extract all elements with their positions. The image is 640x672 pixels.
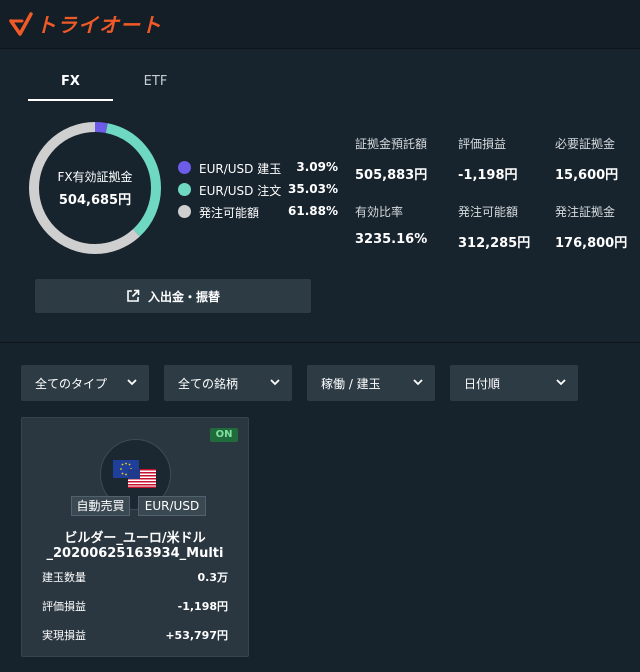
- legend-dot: [178, 161, 191, 174]
- external-link-icon: [127, 289, 140, 302]
- us-flag-icon: [128, 469, 156, 488]
- strategy-type-tag: 自動売買: [71, 496, 130, 516]
- stat-orderable-amount: 発注可能額 312,285円: [458, 203, 530, 251]
- chevron-down-icon: [127, 379, 137, 386]
- donut-value: 504,685円: [58, 193, 132, 208]
- donut-legend: EUR/USD 建玉 3.09% EUR/USD 注文 35.03% 発注可能額…: [178, 159, 338, 225]
- stat-value: 176,800円: [555, 236, 628, 251]
- stat-deposit: 証拠金預託額 505,883円: [355, 135, 427, 183]
- stat-label: 評価損益: [458, 137, 507, 151]
- stat-effective-ratio: 有効比率 3235.16%: [355, 203, 427, 247]
- stat-label: 証拠金預託額: [355, 137, 428, 151]
- row-key: 実現損益: [42, 629, 86, 642]
- chevron-down-icon: [556, 379, 566, 386]
- legend-item-order: EUR/USD 注文 35.03%: [178, 181, 338, 203]
- legend-percent: 3.09%: [296, 160, 338, 174]
- legend-label: 発注可能額: [199, 206, 260, 220]
- chevron-down-icon: [270, 379, 280, 386]
- row-value: 0.3万: [197, 571, 229, 584]
- status-badge: ON: [210, 428, 238, 442]
- logo-text: トライオート: [36, 13, 162, 37]
- legend-item-position: EUR/USD 建玉 3.09%: [178, 159, 338, 181]
- chevron-down-icon: [413, 379, 423, 386]
- deposit-withdraw-label: 入出金・振替: [147, 289, 220, 304]
- legend-dot: [178, 183, 191, 196]
- donut-label: FX有効証拠金: [57, 170, 133, 184]
- tab-fx[interactable]: FX: [28, 74, 113, 89]
- legend-percent: 61.88%: [288, 204, 338, 218]
- stat-order-margin: 発注証拠金 176,800円: [555, 203, 627, 251]
- stat-value: 3235.16%: [355, 232, 428, 247]
- tab-etf[interactable]: ETF: [113, 74, 198, 89]
- stat-value: 505,883円: [355, 168, 428, 183]
- legend-dot: [178, 205, 191, 218]
- active-tab-indicator: [28, 99, 113, 101]
- filter-status-select[interactable]: 稼働 / 建玉: [307, 365, 435, 401]
- stat-unrealized-pl: 評価損益 -1,198円: [458, 135, 518, 183]
- legend-percent: 35.03%: [288, 182, 338, 196]
- row-key: 建玉数量: [42, 571, 86, 584]
- brand-logo[interactable]: トライオート: [8, 9, 162, 38]
- row-value: +53,797円: [165, 629, 228, 642]
- stat-label: 発注可能額: [458, 205, 519, 219]
- strategy-name-line2: _20200625163934_Multi: [46, 546, 224, 561]
- stat-value: -1,198円: [458, 168, 518, 183]
- stat-required-margin: 必要証拠金 15,600円: [555, 135, 618, 183]
- filter-symbol-select[interactable]: 全ての銘柄: [164, 365, 292, 401]
- sort-order-select[interactable]: 日付順: [450, 365, 578, 401]
- stat-value: 15,600円: [555, 168, 619, 183]
- stat-label: 有効比率: [355, 205, 404, 219]
- legend-label: EUR/USD 注文: [199, 184, 282, 198]
- donut-center: FX有効証拠金 504,685円: [27, 168, 163, 208]
- filter-label: 稼働 / 建玉: [321, 376, 381, 391]
- filter-label: 全ての銘柄: [178, 376, 239, 391]
- row-value: -1,198円: [177, 600, 228, 613]
- currency-pair-tag: EUR/USD: [138, 496, 206, 516]
- filter-label: 日付順: [464, 376, 501, 391]
- legend-label: EUR/USD 建玉: [199, 162, 282, 176]
- app-header: トライオート: [0, 0, 640, 49]
- stat-label: 必要証拠金: [555, 137, 616, 151]
- legend-item-available: 発注可能額 61.88%: [178, 203, 338, 225]
- deposit-withdraw-button[interactable]: 入出金・振替: [35, 279, 311, 313]
- filter-type-select[interactable]: 全てのタイプ: [21, 365, 149, 401]
- row-key: 評価損益: [42, 600, 86, 613]
- stat-value: 312,285円: [458, 236, 531, 251]
- strategy-name-line1: ビルダー_ユーロ/米ドル: [64, 531, 206, 546]
- logo-mark-icon: [9, 11, 33, 36]
- filter-label: 全てのタイプ: [35, 376, 108, 391]
- stat-label: 発注証拠金: [555, 205, 616, 219]
